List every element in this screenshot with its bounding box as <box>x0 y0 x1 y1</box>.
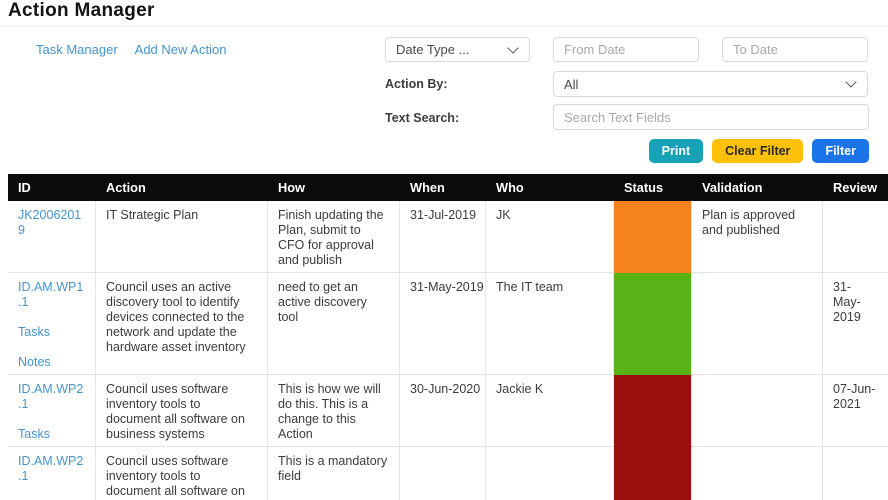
row-id-link[interactable]: ID.AM.WP2.1 <box>18 454 83 483</box>
column-header-review: Review <box>823 174 888 201</box>
column-header-action: Action <box>96 174 268 201</box>
who-cell: The IT team <box>486 273 614 375</box>
status-cell <box>614 273 692 375</box>
task-manager-link[interactable]: Task Manager <box>36 42 118 57</box>
table-row: ID.AM.WP1.1 Tasks Notes Council uses an a… <box>8 273 888 375</box>
how-cell: This is a mandatory field <box>268 447 400 500</box>
action-cell: Council uses software inventory tools to… <box>96 375 268 447</box>
chevron-down-icon <box>845 76 857 88</box>
row-sub-link[interactable]: Tasks <box>18 427 85 442</box>
action-cell: IT Strategic Plan <box>96 201 268 273</box>
validation-cell <box>692 447 823 500</box>
when-cell: 31-Jul-2019 <box>400 201 486 273</box>
review-cell <box>823 201 888 273</box>
add-new-action-link[interactable]: Add New Action <box>135 42 227 57</box>
action-cell: Council uses software inventory tools to… <box>96 447 268 500</box>
to-date-input[interactable] <box>722 37 868 62</box>
validation-cell <box>692 273 823 375</box>
filter-button[interactable]: Filter <box>812 139 869 163</box>
row-id-link[interactable]: ID.AM.WP2.1 <box>18 382 83 411</box>
from-date-input[interactable] <box>553 37 699 62</box>
column-header-validation: Validation <box>692 174 823 201</box>
when-cell: 31-May-2019 <box>400 273 486 375</box>
action-by-value: All <box>564 76 579 92</box>
chevron-down-icon <box>507 41 519 54</box>
how-cell: need to get an active discovery tool <box>268 273 400 375</box>
print-button[interactable]: Print <box>648 139 704 163</box>
id-cell: ID.AM.WP2.1 Tasks <box>8 375 96 447</box>
row-id-link[interactable]: ID.AM.WP1.1 <box>18 280 83 309</box>
text-search-input[interactable] <box>553 104 869 130</box>
who-cell: JK <box>486 201 614 273</box>
when-cell: 30-Jun-2020 <box>400 375 486 447</box>
validation-cell <box>692 375 823 447</box>
how-cell: This is how we will do this. This is a c… <box>268 375 400 447</box>
column-header-when: When <box>400 174 486 201</box>
date-type-value: Date Type ... <box>396 42 470 57</box>
status-cell <box>614 375 692 447</box>
id-links: Tasks Notes <box>18 325 85 370</box>
table-row: ID.AM.WP2.1 Tasks Council uses software … <box>8 447 888 500</box>
review-cell: 07-Jun-2021 <box>823 375 888 447</box>
review-cell: 31-May-2019 <box>823 273 888 375</box>
row-sub-link[interactable]: Tasks <box>18 325 85 340</box>
row-sub-link[interactable]: Notes <box>18 355 85 370</box>
column-header-how: How <box>268 174 400 201</box>
id-cell: ID.AM.WP1.1 Tasks Notes <box>8 273 96 375</box>
column-header-status: Status <box>614 174 692 201</box>
filter-buttons: Print Clear Filter Filter <box>553 139 869 163</box>
validation-cell: Plan is approved and published <box>692 201 823 273</box>
date-type-select[interactable]: Date Type ... <box>385 37 530 62</box>
id-cell: ID.AM.WP2.1 Tasks <box>8 447 96 500</box>
id-links: Tasks <box>18 427 85 442</box>
action-cell: Council uses an active discovery tool to… <box>96 273 268 375</box>
review-cell <box>823 447 888 500</box>
nav-links: Task Manager Add New Action <box>36 42 226 57</box>
column-header-id: ID <box>8 174 96 201</box>
page-title: Action Manager <box>8 0 155 21</box>
table-row: JK20062019 IT Strategic Plan Finish upda… <box>8 201 888 273</box>
column-header-who: Who <box>486 174 614 201</box>
who-cell: Jackie K <box>486 375 614 447</box>
action-by-select[interactable]: All <box>553 71 868 97</box>
status-cell <box>614 201 692 273</box>
text-search-label: Text Search: <box>385 111 460 125</box>
title-divider <box>0 26 888 27</box>
id-cell: JK20062019 <box>8 201 96 273</box>
row-id-link[interactable]: JK20062019 <box>18 208 81 237</box>
table-header-row: ID Action How When Who Status Validation Review <box>8 174 888 201</box>
table-row: ID.AM.WP2.1 Tasks Council uses software … <box>8 375 888 447</box>
status-cell <box>614 447 692 500</box>
clear-filter-button[interactable]: Clear Filter <box>712 139 804 163</box>
who-cell <box>486 447 614 500</box>
table-body: JK20062019 IT Strategic Plan Finish upda… <box>8 201 888 500</box>
when-cell <box>400 447 486 500</box>
actions-table: ID Action How When Who Status Validation Review… <box>8 174 888 500</box>
action-by-label: Action By: <box>385 77 448 91</box>
how-cell: Finish updating the Plan, submit to CFO … <box>268 201 400 273</box>
